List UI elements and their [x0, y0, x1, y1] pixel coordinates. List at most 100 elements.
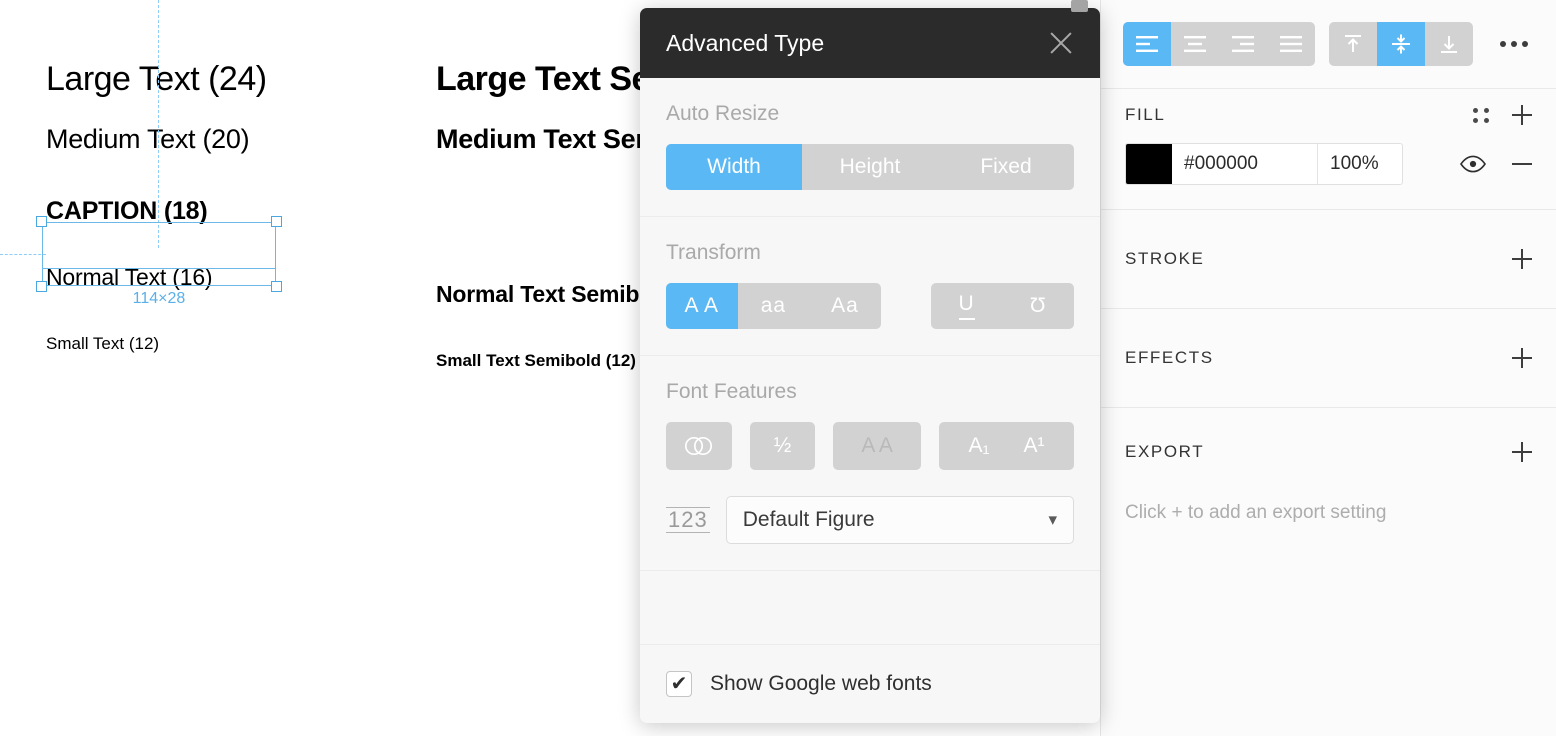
- sample-medium-text[interactable]: Medium Text (20): [46, 126, 267, 153]
- fill-color-swatch[interactable]: [1126, 144, 1172, 184]
- sample-large-text[interactable]: Large Text (24): [46, 62, 267, 96]
- fill-row-actions: [1460, 155, 1532, 173]
- stroke-header: STROKE: [1101, 210, 1556, 308]
- text-decoration-group: U Ʊ: [930, 283, 1074, 329]
- properties-panel: FILL #000000 100% STROKE EFFECTS EXPORT …: [1100, 0, 1556, 736]
- effects-section: EFFECTS: [1101, 309, 1556, 408]
- align-middle-button[interactable]: [1377, 22, 1425, 66]
- effects-title: EFFECTS: [1125, 348, 1214, 367]
- fill-title: FILL: [1125, 105, 1166, 124]
- transform-group: Transform A A aa Aa U Ʊ: [640, 217, 1100, 356]
- add-stroke-button[interactable]: [1512, 249, 1532, 269]
- fraction-button[interactable]: ½: [749, 422, 816, 470]
- dialog-footer: ✔ Show Google web fonts: [640, 644, 1100, 723]
- resize-handle-top-left[interactable]: [36, 216, 47, 227]
- resize-handle-bottom-left[interactable]: [36, 281, 47, 292]
- dialog-header: Advanced Type: [640, 8, 1100, 78]
- selection-baseline: [42, 268, 276, 269]
- align-top-button[interactable]: [1329, 22, 1377, 66]
- fill-header: FILL: [1101, 89, 1556, 141]
- resize-handle-bottom-right[interactable]: [271, 281, 282, 292]
- strikethrough-glyph: Ʊ: [1029, 294, 1047, 317]
- auto-resize-height-option[interactable]: Height: [802, 144, 938, 190]
- fill-section: FILL #000000 100%: [1101, 89, 1556, 210]
- checkmark-icon: ✔: [670, 673, 688, 695]
- underline-glyph: U: [958, 292, 975, 320]
- fill-hex-input[interactable]: #000000: [1172, 144, 1318, 184]
- fill-style-icon[interactable]: [1473, 107, 1490, 123]
- resize-handle-top-right[interactable]: [271, 216, 282, 227]
- dialog-title: Advanced Type: [666, 29, 825, 56]
- export-section: EXPORT Click + to add an export setting: [1101, 408, 1556, 524]
- underline-button[interactable]: U: [931, 283, 1003, 329]
- kerning-button[interactable]: A A: [833, 422, 921, 470]
- vertical-align-group: [1329, 22, 1473, 66]
- align-justify-button[interactable]: [1267, 22, 1315, 66]
- vertical-guide: [158, 0, 159, 248]
- add-export-button[interactable]: [1512, 442, 1532, 462]
- selection-bounding-box[interactable]: 114×28: [36, 216, 282, 307]
- font-features-buttons: ½ A A A₁ A¹: [666, 422, 1074, 470]
- auto-resize-fixed-option[interactable]: Fixed: [938, 144, 1074, 190]
- export-actions: [1512, 442, 1532, 462]
- stroke-section: STROKE: [1101, 210, 1556, 309]
- figure-style-value: Default Figure: [742, 508, 875, 531]
- chevron-down-icon: ▾: [1048, 510, 1057, 529]
- lowercase-button[interactable]: aa: [738, 283, 810, 329]
- dot-1: [1500, 41, 1506, 47]
- stroke-title: STROKE: [1125, 249, 1205, 268]
- app-root: Large Text (24) Medium Text (20) CAPTION…: [0, 0, 1556, 736]
- dot-2: [1511, 41, 1517, 47]
- export-title: EXPORT: [1125, 442, 1205, 461]
- subscript-button[interactable]: A₁: [968, 434, 989, 458]
- font-features-label: Font Features: [666, 380, 797, 403]
- strikethrough-button[interactable]: Ʊ: [1002, 283, 1074, 329]
- selection-outline: [42, 222, 276, 286]
- figure-style-row: 123 Default Figure ▾: [666, 496, 1074, 544]
- fill-opacity-input[interactable]: 100%: [1318, 144, 1402, 184]
- uppercase-button[interactable]: A A: [666, 283, 738, 329]
- transform-label: Transform: [666, 241, 761, 264]
- font-features-group: Font Features ½ A A A₁ A¹ 123 Default Fi…: [640, 356, 1100, 571]
- sample-small-text[interactable]: Small Text (12): [46, 335, 267, 352]
- figure-style-select[interactable]: Default Figure ▾: [725, 496, 1074, 544]
- stroke-actions: [1512, 249, 1532, 269]
- ligature-button[interactable]: [666, 422, 732, 470]
- dialog-body: Auto Resize Width Height Fixed Transform…: [640, 78, 1100, 644]
- auto-resize-segmented-control: Width Height Fixed: [666, 144, 1074, 190]
- transform-row: A A aa Aa U Ʊ: [666, 283, 1074, 329]
- numeral-figure-icon: 123: [666, 506, 710, 534]
- alignment-section: [1101, 0, 1556, 89]
- close-icon[interactable]: [1044, 26, 1078, 60]
- alignment-row: [1101, 0, 1556, 88]
- titlecase-button[interactable]: Aa: [809, 283, 881, 329]
- add-fill-button[interactable]: [1512, 105, 1532, 125]
- subsuperscript-group: A₁ A¹: [938, 422, 1074, 470]
- fill-visibility-eye-icon[interactable]: [1460, 155, 1486, 173]
- auto-resize-group: Auto Resize Width Height Fixed: [640, 78, 1100, 217]
- horizontal-guide: [0, 254, 46, 255]
- show-google-web-fonts-label: Show Google web fonts: [710, 672, 932, 695]
- show-google-web-fonts-checkbox[interactable]: ✔: [666, 671, 692, 697]
- fill-actions: [1473, 105, 1532, 125]
- text-case-group: A A aa Aa: [666, 283, 881, 329]
- modal-scrollbar-thumb[interactable]: [1071, 0, 1088, 12]
- add-effect-button[interactable]: [1512, 348, 1532, 368]
- align-bottom-button[interactable]: [1425, 22, 1473, 66]
- more-options-button[interactable]: [1494, 35, 1534, 53]
- fill-color-control[interactable]: #000000 100%: [1125, 143, 1403, 185]
- effects-actions: [1512, 348, 1532, 368]
- superscript-button[interactable]: A¹: [1024, 434, 1045, 458]
- dot-3: [1522, 41, 1528, 47]
- export-hint-text: Click + to add an export setting: [1125, 502, 1387, 523]
- auto-resize-width-option[interactable]: Width: [666, 144, 802, 190]
- align-center-button[interactable]: [1171, 22, 1219, 66]
- align-right-button[interactable]: [1219, 22, 1267, 66]
- sample-caption-text[interactable]: CAPTION (18): [46, 199, 267, 224]
- align-left-button[interactable]: [1123, 22, 1171, 66]
- remove-fill-button[interactable]: [1512, 163, 1532, 165]
- effects-header: EFFECTS: [1101, 309, 1556, 407]
- export-header: EXPORT: [1101, 408, 1556, 496]
- selection-dimensions-label: 114×28: [132, 290, 186, 307]
- fill-row: #000000 100%: [1101, 141, 1556, 187]
